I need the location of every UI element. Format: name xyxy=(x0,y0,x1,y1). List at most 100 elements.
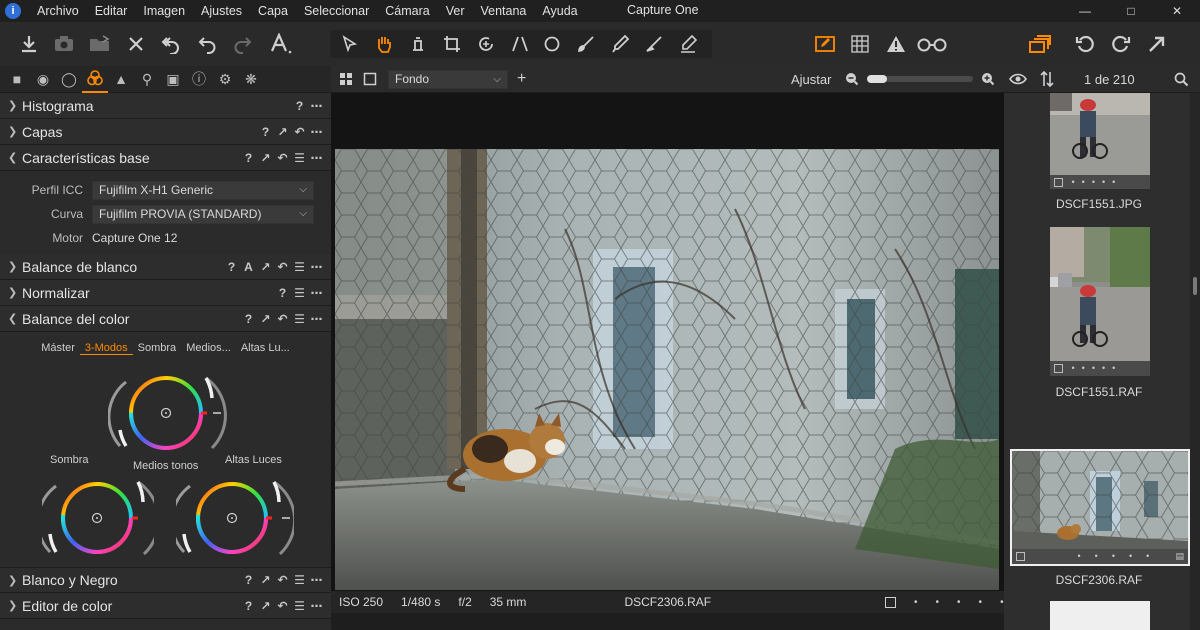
fit-zoom-label[interactable]: Ajustar xyxy=(791,72,831,87)
copy-apply-icon[interactable]: ↗ xyxy=(274,125,291,139)
exposure-tab-icon[interactable]: ▲ xyxy=(108,66,134,93)
export-folder-icon[interactable] xyxy=(87,30,113,58)
checkbox-icon[interactable] xyxy=(1054,364,1063,374)
delete-icon[interactable] xyxy=(123,30,149,58)
reset-tool-icon[interactable]: ↶ xyxy=(274,599,291,613)
tab-sombra[interactable]: Sombra xyxy=(133,342,182,354)
checkbox-icon[interactable] xyxy=(885,597,896,608)
undo-icon[interactable] xyxy=(194,30,220,58)
thumbnail-image-partial[interactable] xyxy=(1050,601,1150,630)
highlights-color-wheel[interactable] xyxy=(176,474,294,564)
help-icon[interactable]: ? xyxy=(240,599,257,613)
tool-balance-color[interactable]: ❮ Balance del color ? ↗ ↶ ☰ ⋯ xyxy=(0,306,331,332)
eraser-icon[interactable] xyxy=(674,30,702,58)
help-icon[interactable]: ? xyxy=(240,312,257,326)
view-eye-icon[interactable] xyxy=(1009,72,1027,89)
crop-icon[interactable] xyxy=(438,30,466,58)
maximize-icon[interactable]: □ xyxy=(1108,0,1154,22)
rating-dot-icon[interactable]: • xyxy=(979,597,983,608)
metadata-icon[interactable]: ▤ xyxy=(1175,549,1184,564)
copy-apply-icon[interactable]: ↗ xyxy=(257,573,274,587)
lens-tab-icon[interactable]: ◯ xyxy=(56,66,82,93)
image-viewer[interactable] xyxy=(331,93,1004,591)
undo-all-icon[interactable] xyxy=(158,30,184,58)
scrollbar-thumb[interactable] xyxy=(1193,277,1197,295)
zoom-slider[interactable] xyxy=(867,75,973,83)
more-icon[interactable]: ⋯ xyxy=(308,286,325,300)
menu-ver[interactable]: Ver xyxy=(438,0,473,22)
select-cursor-icon[interactable] xyxy=(336,30,364,58)
details-tab-icon[interactable]: ⚲ xyxy=(134,66,160,93)
thumbnail-image[interactable] xyxy=(1050,93,1150,175)
tool-normalizar[interactable]: ❯ Normalizar ? ☰ ⋯ xyxy=(0,280,331,306)
batch-tab-icon[interactable]: ❋ xyxy=(238,66,264,93)
color-tab-icon[interactable] xyxy=(82,66,108,93)
reset-tool-icon[interactable]: ↶ xyxy=(274,260,291,274)
menu-ayuda[interactable]: Ayuda xyxy=(534,0,585,22)
warning-icon[interactable] xyxy=(883,30,909,58)
tool-caracteristicas-base[interactable]: ❮ Características base ? ↗ ↶ ☰ ⋯ xyxy=(0,145,331,171)
gradient-mask-icon[interactable] xyxy=(640,30,668,58)
single-view-icon[interactable] xyxy=(363,72,377,89)
menu-ventana[interactable]: Ventana xyxy=(473,0,535,22)
more-icon[interactable]: ⋯ xyxy=(308,599,325,613)
help-icon[interactable]: ? xyxy=(257,125,274,139)
menu-imagen[interactable]: Imagen xyxy=(135,0,193,22)
help-icon[interactable]: ? xyxy=(291,99,308,113)
thumbnail-rating-bar[interactable]: ••••• xyxy=(1050,175,1150,189)
presets-icon[interactable]: ☰ xyxy=(291,151,308,165)
pan-hand-icon[interactable] xyxy=(370,30,398,58)
tab-altas-luces[interactable]: Altas Lu... xyxy=(236,342,295,354)
layer-select[interactable]: Fondo ⌵ xyxy=(388,70,508,89)
presets-icon[interactable]: ☰ xyxy=(291,573,308,587)
add-layer-icon[interactable]: + xyxy=(517,70,526,88)
rating-dots[interactable]: ••••• xyxy=(1072,177,1123,187)
tab-3-modos[interactable]: 3-Modos xyxy=(79,342,133,355)
main-photo[interactable] xyxy=(335,149,999,590)
more-icon[interactable]: ⋯ xyxy=(308,312,325,326)
minimize-icon[interactable]: — xyxy=(1062,0,1108,22)
rating-dots[interactable]: ••••• xyxy=(1078,551,1164,561)
image-browser[interactable]: ••••• DSCF1551.JPG ••••• DSCF1551.RAF ••… xyxy=(1004,93,1200,630)
help-icon[interactable]: ? xyxy=(240,151,257,165)
thumbnail-rating-bar[interactable]: ••••• xyxy=(1050,361,1150,376)
metadata-tab-icon[interactable]: ⓘ xyxy=(186,66,212,93)
reset-tool-icon[interactable]: ↶ xyxy=(291,125,308,139)
thumbnail-image[interactable] xyxy=(1050,227,1150,361)
multi-view-icon[interactable] xyxy=(339,72,353,89)
grid-icon[interactable] xyxy=(847,30,873,58)
capture-tab-icon[interactable]: ◉ xyxy=(30,66,56,93)
copy-apply-icon[interactable]: ↗ xyxy=(257,151,274,165)
color-picker-icon[interactable] xyxy=(606,30,634,58)
stack-copy-icon[interactable] xyxy=(1026,30,1054,58)
presets-icon[interactable]: ☰ xyxy=(291,260,308,274)
tool-blanco-negro[interactable]: ❯ Blanco y Negro ? ↗ ↶ ☰ ⋯ xyxy=(0,567,331,593)
zoom-slider-thumb[interactable] xyxy=(867,75,887,83)
auto-adjust-icon[interactable] xyxy=(266,30,296,58)
output-tab-icon[interactable]: ⚙ xyxy=(212,66,238,93)
menu-camara[interactable]: Cámara xyxy=(377,0,437,22)
midtones-color-wheel[interactable] xyxy=(108,368,228,464)
reset-icon[interactable] xyxy=(1072,30,1098,58)
curve-select[interactable]: Fujifilm PROVIA (STANDARD) ⌵ xyxy=(92,204,314,224)
rating-dots[interactable]: ••••• xyxy=(1072,363,1123,373)
more-icon[interactable]: ⋯ xyxy=(308,260,325,274)
thumbnail-rating-bar[interactable]: ••••• ▤ xyxy=(1012,549,1188,564)
help-icon[interactable]: ? xyxy=(240,573,257,587)
menu-archivo[interactable]: Archivo xyxy=(29,0,87,22)
reset-tool-icon[interactable]: ↶ xyxy=(274,573,291,587)
camera-capture-icon[interactable] xyxy=(51,30,77,58)
zoom-out-icon[interactable] xyxy=(845,72,859,89)
tool-editor-color[interactable]: ❯ Editor de color ? ↗ ↶ ☰ ⋯ xyxy=(0,593,331,619)
brush-icon[interactable] xyxy=(572,30,600,58)
more-icon[interactable]: ⋯ xyxy=(308,573,325,587)
import-icon[interactable] xyxy=(16,30,42,58)
library-tab-icon[interactable]: ■ xyxy=(4,66,30,93)
menu-ajustes[interactable]: Ajustes xyxy=(193,0,250,22)
rating-dot-icon[interactable]: • xyxy=(957,597,961,608)
rotate-right-icon[interactable] xyxy=(1108,30,1134,58)
presets-icon[interactable]: ☰ xyxy=(291,286,308,300)
close-window-icon[interactable]: ✕ xyxy=(1154,0,1200,22)
help-icon[interactable]: ? xyxy=(223,260,240,274)
spot-removal-icon[interactable] xyxy=(538,30,566,58)
